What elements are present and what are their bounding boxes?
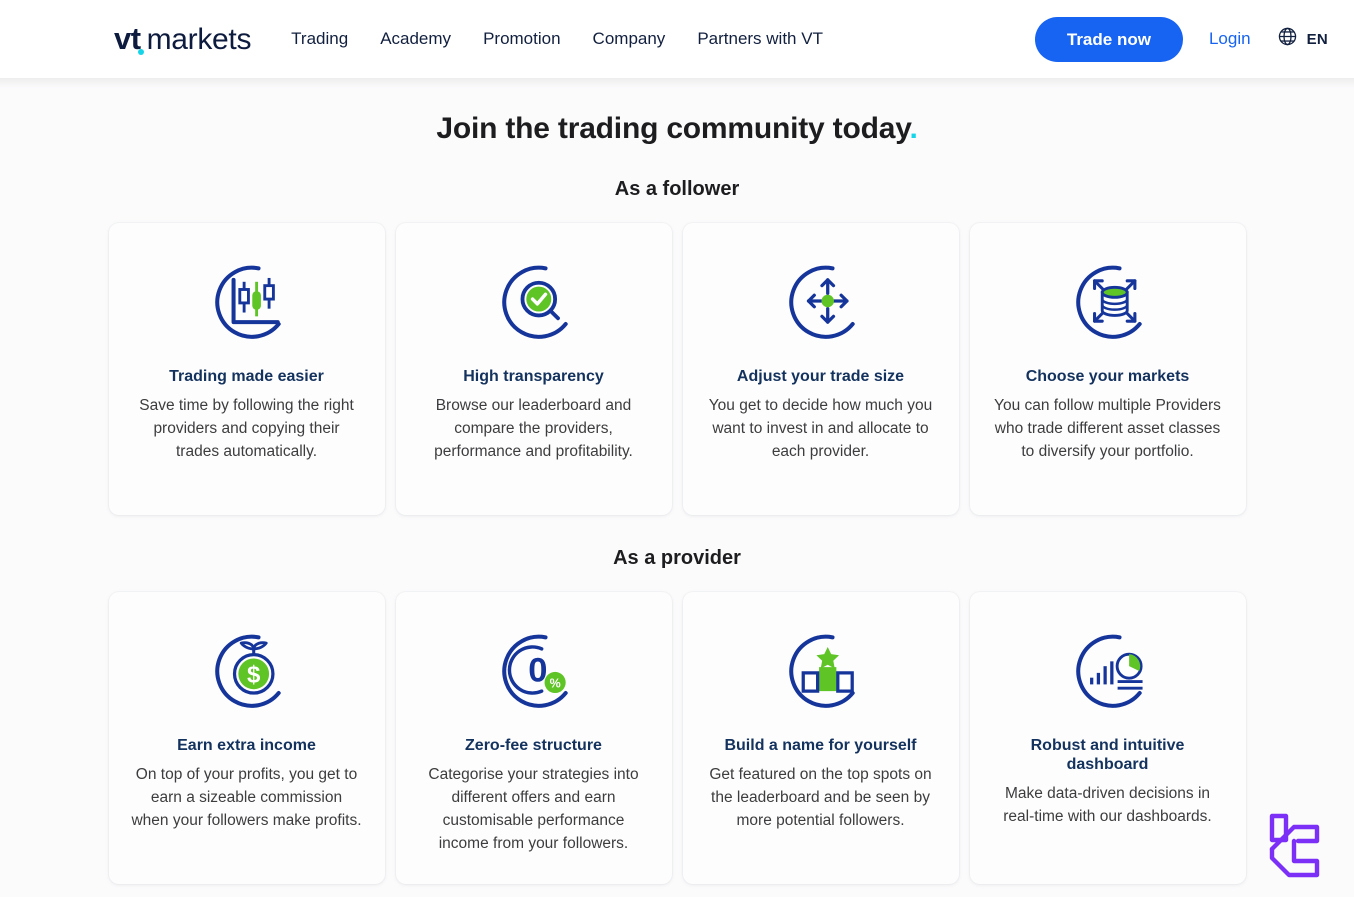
nav-item-promotion[interactable]: Promotion — [481, 23, 562, 55]
main-content: Join the trading community today. As a f… — [0, 78, 1354, 884]
follower-card-list: Trading made easier Save time by followi… — [0, 223, 1354, 515]
vt-markets-logo[interactable]: vt markets — [114, 21, 251, 57]
svg-text:$: $ — [247, 661, 261, 688]
card-text: Save time by following the right provide… — [139, 397, 354, 461]
language-selector[interactable]: EN — [1277, 26, 1328, 52]
page-title: Join the trading community today. — [0, 102, 1354, 146]
main-navigation: Trading Academy Promotion Company Partne… — [289, 23, 825, 55]
card-title: Build a name for yourself — [724, 737, 917, 754]
nav-item-company[interactable]: Company — [591, 23, 668, 55]
card-title: Robust and intuitive dashboard — [1030, 737, 1185, 774]
card-text: You get to decide how much you want to i… — [708, 397, 933, 461]
card-text: Make data-driven decisions in real-time … — [1003, 785, 1212, 826]
trade-now-button[interactable]: Trade now — [1034, 16, 1183, 62]
nav-item-trading[interactable]: Trading — [289, 23, 350, 55]
language-code: EN — [1306, 30, 1328, 48]
section-label-follower: As a follower — [614, 178, 740, 200]
globe-icon — [1277, 26, 1298, 52]
card-text: Get featured on the top spots on the lea… — [709, 766, 932, 830]
card-title: Trading made easier — [169, 368, 324, 385]
card-high-transparency[interactable]: High transparency Browse our leaderboard… — [395, 223, 672, 515]
card-choose-your-markets[interactable]: Choose your markets You can follow multi… — [969, 223, 1246, 515]
provider-card-list: $ Earn extra income On top of your profi… — [0, 592, 1354, 884]
nav-item-partners-with-vt[interactable]: Partners with VT — [695, 23, 825, 55]
money-growth-icon: $ — [197, 620, 297, 720]
card-title: Choose your markets — [1025, 368, 1190, 385]
card-trading-made-easier[interactable]: Trading made easier Save time by followi… — [108, 223, 385, 515]
card-title: Earn extra income — [177, 737, 316, 754]
logo-markets-text: markets — [146, 23, 252, 56]
card-title: Adjust your trade size — [736, 368, 905, 385]
card-robust-and-intuitive-dashboard[interactable]: Robust and intuitive dashboard Make data… — [969, 592, 1246, 884]
card-earn-extra-income[interactable]: $ Earn extra income On top of your profi… — [108, 592, 385, 884]
logo-vt-text: vt — [114, 21, 144, 57]
database-diversify-icon — [1058, 251, 1158, 351]
logo-cyan-dot — [137, 49, 144, 55]
card-adjust-your-trade-size[interactable]: Adjust your trade size You get to decide… — [682, 223, 959, 515]
card-text: You can follow multiple Providers who tr… — [994, 397, 1221, 461]
magnifier-check-icon — [484, 251, 584, 351]
card-title: Zero-fee structure — [465, 737, 602, 754]
page-title-text: Join the trading community today — [436, 112, 910, 145]
section-label-provider: As a provider — [613, 547, 741, 569]
card-title: High transparency — [463, 368, 604, 385]
card-build-a-name-for-yourself[interactable]: Build a name for yourself Get featured o… — [682, 592, 959, 884]
svg-text:0: 0 — [528, 652, 547, 690]
login-link[interactable]: Login — [1209, 29, 1251, 49]
card-text: Browse our leaderboard and compare the p… — [434, 397, 633, 461]
page-title-dot: . — [909, 112, 918, 145]
card-text: On top of your profits, you get to earn … — [131, 766, 362, 830]
lc-logo-icon[interactable] — [1257, 806, 1335, 890]
podium-star-icon — [771, 620, 871, 720]
card-text: Categorise your strategies into differen… — [428, 766, 639, 852]
site-header: vt markets Trading Academy Promotion Com… — [0, 0, 1354, 88]
card-zero-fee-structure[interactable]: 0 % Zero-fee structure Categorise your s… — [395, 592, 672, 884]
nav-item-academy[interactable]: Academy — [378, 23, 453, 55]
four-arrows-resize-icon — [771, 251, 871, 351]
svg-text:%: % — [549, 676, 560, 690]
dashboard-analytics-icon — [1058, 620, 1158, 720]
candlestick-chart-icon — [197, 251, 297, 351]
header-actions: Trade now Login EN — [1034, 16, 1354, 62]
zero-percent-icon: 0 % — [484, 620, 584, 720]
